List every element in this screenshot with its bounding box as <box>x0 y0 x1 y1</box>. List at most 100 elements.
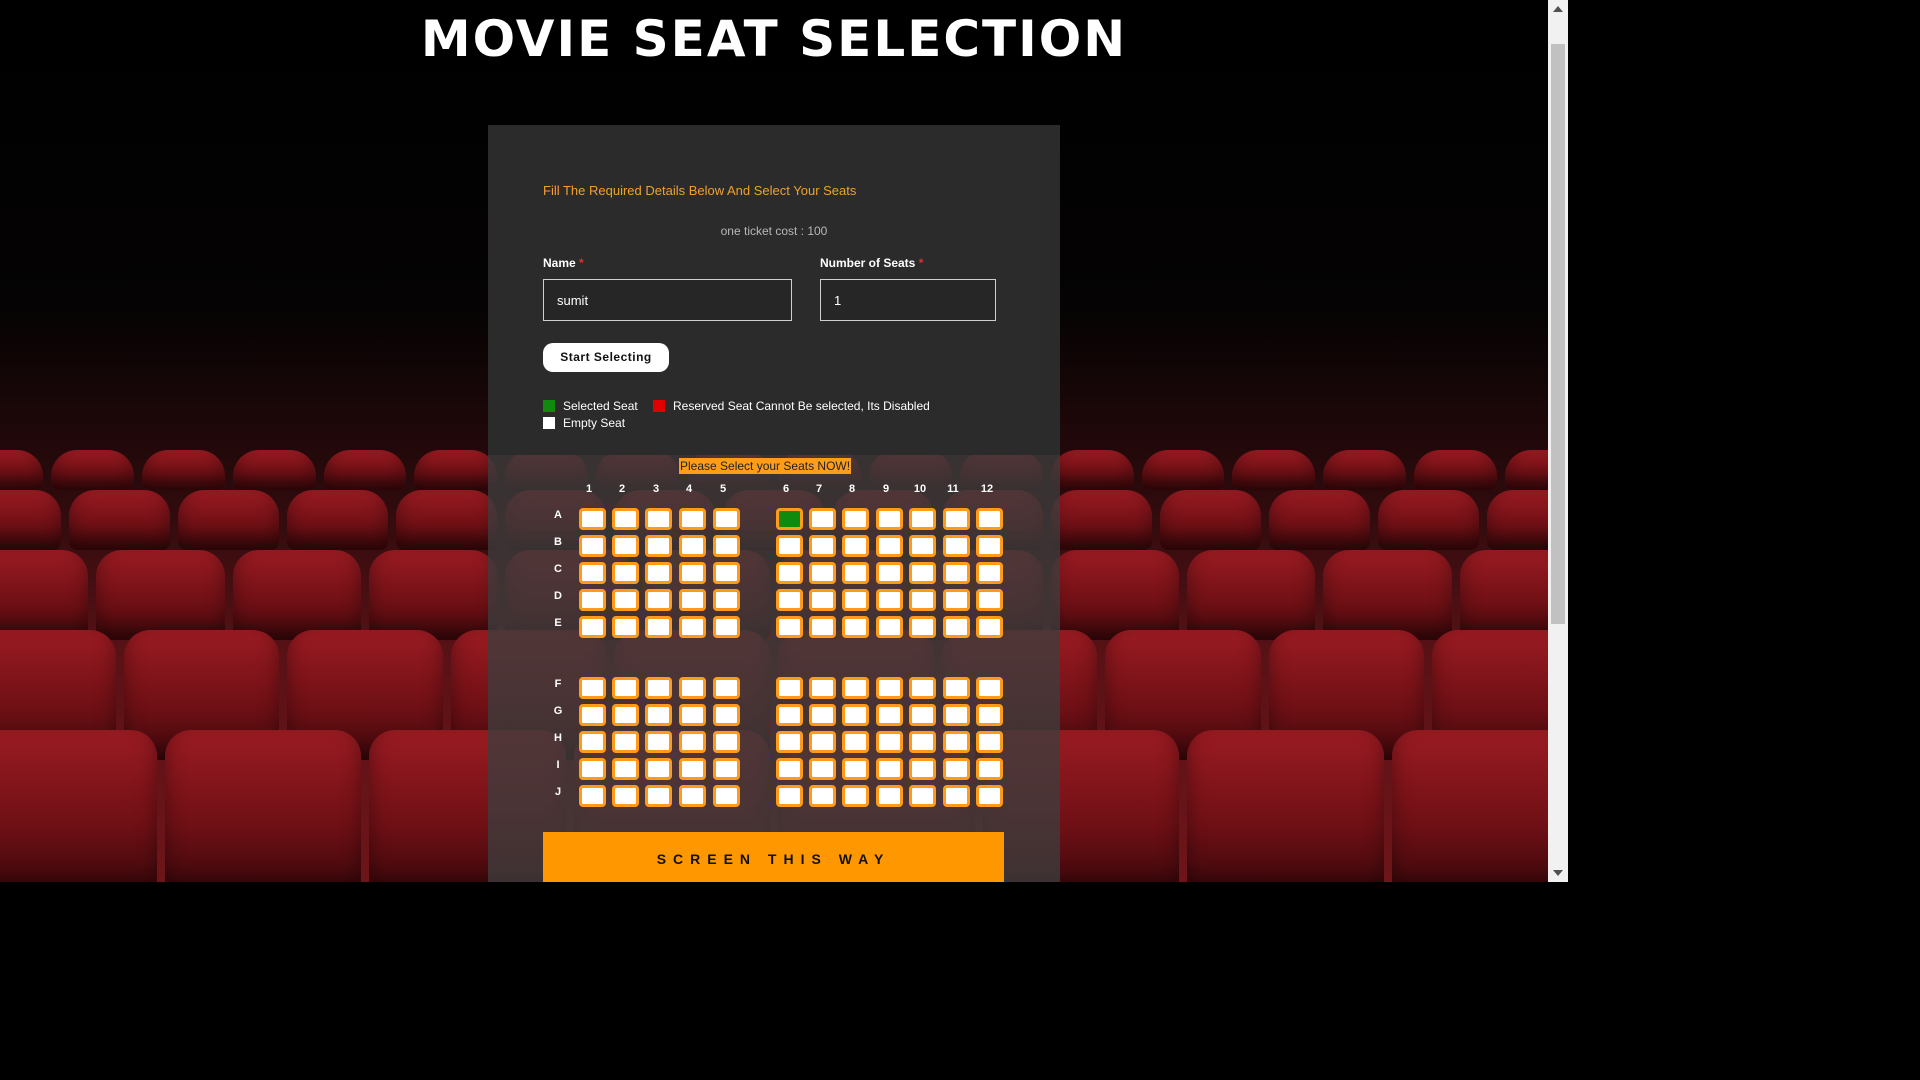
seat-checkbox[interactable] <box>909 535 936 557</box>
seat-checkbox[interactable] <box>976 616 1003 638</box>
seat-checkbox[interactable] <box>579 704 606 726</box>
seat-checkbox[interactable] <box>976 589 1003 611</box>
seat-checkbox[interactable] <box>943 589 970 611</box>
seat-checkbox[interactable] <box>976 562 1003 584</box>
seat-checkbox[interactable] <box>579 562 606 584</box>
seat-checkbox[interactable] <box>776 535 803 557</box>
seat-checkbox[interactable] <box>776 677 803 699</box>
seat-checkbox[interactable] <box>776 758 803 780</box>
seat-checkbox[interactable] <box>876 785 903 807</box>
seat-checkbox[interactable] <box>776 731 803 753</box>
seat-checkbox[interactable] <box>909 589 936 611</box>
seat-checkbox[interactable] <box>612 508 639 530</box>
seat-checkbox[interactable] <box>679 677 706 699</box>
seat-checkbox[interactable] <box>943 616 970 638</box>
seat-checkbox[interactable] <box>612 616 639 638</box>
seat-checkbox[interactable] <box>876 758 903 780</box>
seat-checkbox[interactable] <box>679 589 706 611</box>
seat-checkbox[interactable] <box>809 677 836 699</box>
seat-checkbox[interactable] <box>579 758 606 780</box>
seat-checkbox[interactable] <box>579 677 606 699</box>
seat-checkbox[interactable] <box>876 589 903 611</box>
scroll-down-icon[interactable] <box>1553 870 1563 876</box>
seat-checkbox[interactable] <box>909 677 936 699</box>
seat-checkbox[interactable] <box>612 562 639 584</box>
seat-checkbox[interactable] <box>713 616 740 638</box>
seat-checkbox[interactable] <box>842 562 869 584</box>
seat-checkbox[interactable] <box>579 589 606 611</box>
seat-checkbox[interactable] <box>809 616 836 638</box>
seat-checkbox[interactable] <box>809 704 836 726</box>
seat-checkbox[interactable] <box>612 589 639 611</box>
seat-checkbox[interactable] <box>713 677 740 699</box>
seat-checkbox[interactable] <box>809 535 836 557</box>
seat-checkbox[interactable] <box>713 785 740 807</box>
seat-checkbox[interactable] <box>645 785 672 807</box>
seat-checkbox[interactable] <box>645 616 672 638</box>
seat-checkbox[interactable] <box>943 535 970 557</box>
seat-checkbox[interactable] <box>976 677 1003 699</box>
seat-checkbox[interactable] <box>776 704 803 726</box>
seat-checkbox[interactable] <box>579 508 606 530</box>
seat-checkbox[interactable] <box>776 785 803 807</box>
seat-checkbox[interactable] <box>645 508 672 530</box>
seat-checkbox[interactable] <box>645 589 672 611</box>
seat-checkbox[interactable] <box>976 785 1003 807</box>
seat-checkbox[interactable] <box>579 785 606 807</box>
seat-checkbox[interactable] <box>976 508 1003 530</box>
seat-checkbox[interactable] <box>645 562 672 584</box>
seat-checkbox[interactable] <box>909 785 936 807</box>
seat-checkbox[interactable] <box>809 731 836 753</box>
seat-checkbox[interactable] <box>842 731 869 753</box>
seat-checkbox[interactable] <box>909 616 936 638</box>
seat-checkbox[interactable] <box>909 508 936 530</box>
seat-checkbox[interactable] <box>909 731 936 753</box>
seat-checkbox[interactable] <box>612 535 639 557</box>
seat-checkbox[interactable] <box>776 508 803 530</box>
seat-checkbox[interactable] <box>713 758 740 780</box>
seat-checkbox[interactable] <box>713 535 740 557</box>
seat-checkbox[interactable] <box>645 535 672 557</box>
scrollbar[interactable] <box>1548 0 1568 882</box>
seat-checkbox[interactable] <box>809 562 836 584</box>
seat-checkbox[interactable] <box>842 589 869 611</box>
seat-checkbox[interactable] <box>579 535 606 557</box>
seat-checkbox[interactable] <box>679 562 706 584</box>
name-input[interactable]: sumit <box>543 279 792 321</box>
seat-checkbox[interactable] <box>645 677 672 699</box>
seat-checkbox[interactable] <box>943 677 970 699</box>
seat-checkbox[interactable] <box>943 704 970 726</box>
seat-checkbox[interactable] <box>645 731 672 753</box>
seat-checkbox[interactable] <box>679 704 706 726</box>
seat-checkbox[interactable] <box>876 677 903 699</box>
seat-checkbox[interactable] <box>943 785 970 807</box>
seat-checkbox[interactable] <box>713 589 740 611</box>
seat-checkbox[interactable] <box>876 704 903 726</box>
seat-checkbox[interactable] <box>809 785 836 807</box>
seat-checkbox[interactable] <box>909 562 936 584</box>
seat-checkbox[interactable] <box>842 535 869 557</box>
seat-checkbox[interactable] <box>776 616 803 638</box>
seat-checkbox[interactable] <box>842 616 869 638</box>
seat-checkbox[interactable] <box>713 704 740 726</box>
seat-checkbox[interactable] <box>976 704 1003 726</box>
seat-checkbox[interactable] <box>579 616 606 638</box>
seat-checkbox[interactable] <box>909 758 936 780</box>
seat-checkbox[interactable] <box>943 562 970 584</box>
scroll-up-icon[interactable] <box>1553 6 1563 12</box>
seat-checkbox[interactable] <box>842 785 869 807</box>
seat-checkbox[interactable] <box>842 758 869 780</box>
seat-checkbox[interactable] <box>809 508 836 530</box>
seat-checkbox[interactable] <box>976 535 1003 557</box>
seat-checkbox[interactable] <box>842 704 869 726</box>
seat-checkbox[interactable] <box>679 758 706 780</box>
start-selecting-button[interactable]: Start Selecting <box>543 343 669 372</box>
seat-checkbox[interactable] <box>876 731 903 753</box>
seat-checkbox[interactable] <box>612 677 639 699</box>
seat-checkbox[interactable] <box>976 758 1003 780</box>
seat-checkbox[interactable] <box>612 731 639 753</box>
seat-checkbox[interactable] <box>776 589 803 611</box>
seat-checkbox[interactable] <box>645 704 672 726</box>
seat-checkbox[interactable] <box>976 731 1003 753</box>
seat-checkbox[interactable] <box>679 535 706 557</box>
